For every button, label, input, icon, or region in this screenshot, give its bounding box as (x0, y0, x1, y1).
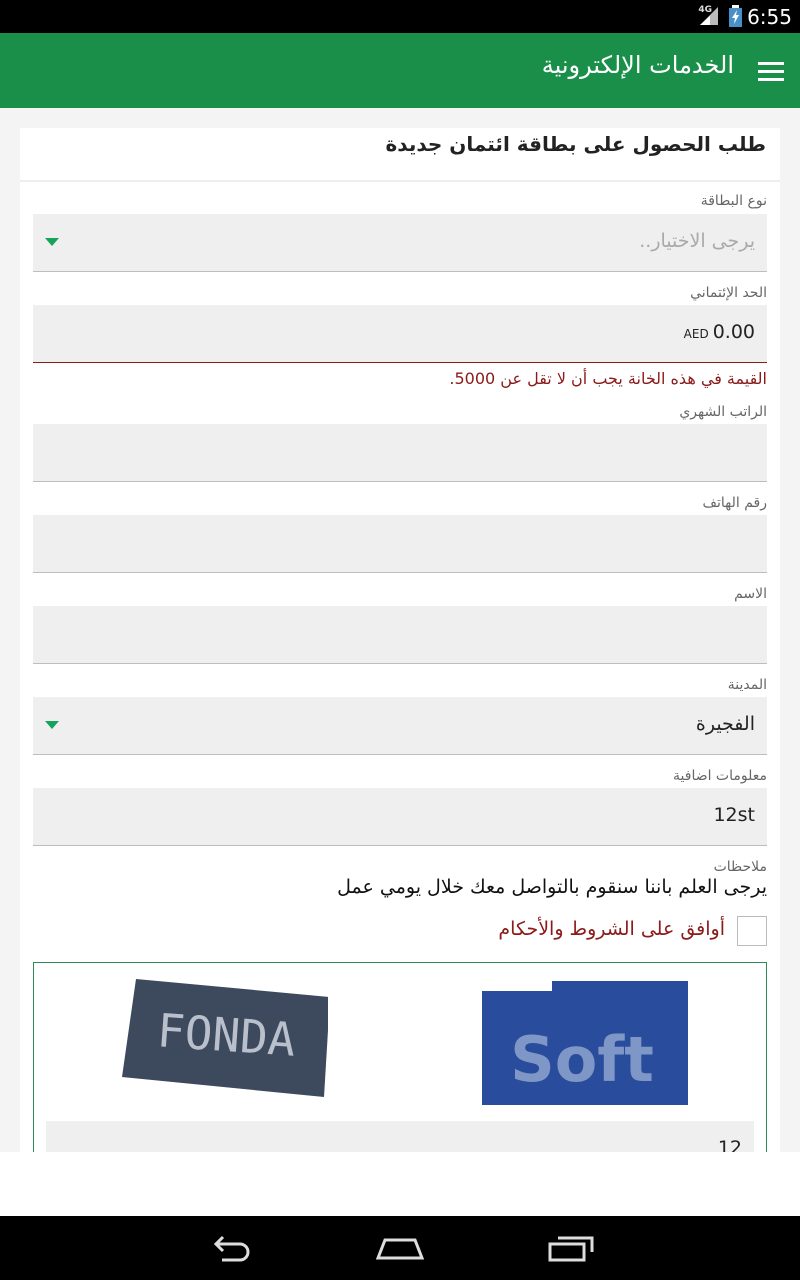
extra-info-value: 12st (713, 804, 755, 826)
salary-label: الراتب الشهري (679, 404, 767, 420)
card-type-label: نوع البطاقة (700, 193, 767, 209)
salary-input[interactable] (33, 424, 767, 482)
credit-limit-label: الحد الإئتماني (690, 285, 767, 301)
terms-checkbox[interactable] (737, 916, 767, 946)
city-value: الفجيرة (695, 713, 755, 735)
form-header: طلب الحصول على بطاقة ائتمان جديدة (20, 128, 780, 182)
card-type-placeholder: يرجى الاختيار.. (639, 230, 755, 252)
signal-icon (700, 7, 718, 25)
form-title: طلب الحصول على بطاقة ائتمان جديدة (385, 132, 766, 156)
captcha-text-2: Soft (510, 1023, 654, 1096)
extra-info-label: معلومات اضافية (673, 768, 767, 784)
notes-label: ملاحظات (713, 859, 767, 875)
city-label: المدينة (727, 677, 767, 693)
city-select[interactable]: الفجيرة (33, 697, 767, 755)
content-area: طلب الحصول على بطاقة ائتمان جديدة نوع ال… (0, 108, 800, 1152)
captcha-text-1: FONDA (155, 1003, 297, 1067)
status-bar: 4G 6:55 (0, 0, 800, 33)
terms-row[interactable]: أوافق على الشروط والأحكام (367, 916, 767, 950)
recents-icon[interactable] (546, 1232, 596, 1264)
toolbar-title: الخدمات الإلكترونية (541, 51, 734, 79)
card-type-select[interactable]: يرجى الاختيار.. (33, 214, 767, 272)
battery-charging-icon (729, 5, 742, 27)
captcha-input[interactable]: 12 (46, 1121, 754, 1152)
system-nav-bar (0, 1216, 800, 1280)
phone-label: رقم الهاتف (702, 495, 767, 511)
hamburger-menu-icon[interactable] (754, 55, 800, 87)
credit-limit-value: AED 0.00 (684, 321, 755, 343)
captcha-image-fonda: FONDA (122, 979, 328, 1097)
notes-text: يرجى العلم باننا سنقوم بالتواصل معك خلال… (337, 876, 767, 898)
credit-limit-error: القيمة في هذه الخانة يجب أن لا تقل عن 50… (449, 369, 767, 388)
phone-input[interactable] (33, 515, 767, 573)
dropdown-arrow-icon (45, 721, 59, 729)
extra-info-input[interactable]: 12st (33, 788, 767, 846)
clock: 6:55 (747, 5, 792, 29)
captcha-image-soft: Soft (482, 981, 688, 1105)
dropdown-arrow-icon (45, 238, 59, 246)
name-label: الاسم (734, 586, 767, 602)
credit-limit-input[interactable]: AED 0.00 (33, 305, 767, 363)
terms-label[interactable]: أوافق على الشروط والأحكام (498, 918, 725, 940)
form-card: طلب الحصول على بطاقة ائتمان جديدة نوع ال… (20, 128, 780, 1152)
currency-code: AED (683, 327, 709, 341)
credit-limit-amount: 0.00 (712, 321, 755, 343)
home-icon[interactable] (375, 1232, 425, 1264)
captcha-box: FONDA Soft 12 (33, 962, 767, 1152)
name-input[interactable] (33, 606, 767, 664)
captcha-value: 12 (717, 1137, 742, 1152)
app-toolbar: الخدمات الإلكترونية (0, 33, 800, 108)
back-icon[interactable] (204, 1232, 254, 1264)
